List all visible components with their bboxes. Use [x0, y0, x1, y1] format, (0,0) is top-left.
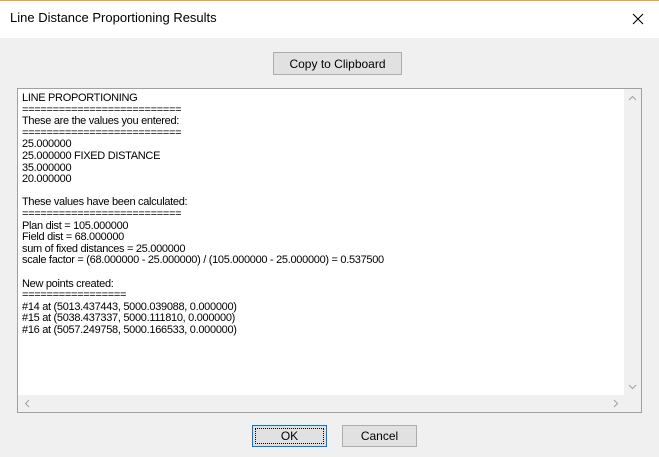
close-button[interactable] [617, 1, 659, 37]
focus-rectangle [255, 428, 324, 444]
ok-button[interactable]: OK [252, 425, 327, 447]
scroll-left-button[interactable] [18, 395, 35, 412]
vertical-scrollbar[interactable] [624, 89, 641, 395]
cancel-button[interactable]: Cancel [342, 425, 417, 447]
chevron-up-icon [628, 95, 637, 100]
results-line: scale factor = (68.000000 - 25.000000) /… [22, 254, 384, 267]
copy-to-clipboard-button[interactable]: Copy to Clipboard [273, 52, 402, 75]
results-line: 25.000000 FIXED DISTANCE [22, 149, 161, 162]
results-line [22, 267, 625, 279]
chevron-down-icon [628, 384, 637, 389]
results-line: ========================== [22, 207, 182, 220]
results-textbox[interactable]: LINE PROPORTIONING ======================… [17, 88, 642, 413]
close-icon [632, 13, 644, 25]
copy-to-clipboard-label: Copy to Clipboard [289, 56, 386, 71]
results-line: 35.000000 [22, 161, 72, 174]
scrollbar-corner [624, 395, 641, 412]
cancel-label: Cancel [360, 429, 399, 443]
chevron-left-icon [24, 399, 29, 408]
dialog-window: Line Distance Proportioning Results Copy… [0, 0, 659, 457]
window-title: Line Distance Proportioning Results [10, 10, 217, 25]
horizontal-scrollbar[interactable] [18, 395, 624, 412]
results-line: 20.000000 [22, 173, 72, 186]
results-line: Field dist = 68.000000 [22, 231, 124, 244]
results-line: ========================== [22, 126, 182, 139]
title-bar[interactable]: Line Distance Proportioning Results [0, 1, 659, 38]
chevron-right-icon [613, 399, 618, 408]
results-line: #16 at (5057.249758, 5000.166533, 0.0000… [22, 323, 237, 336]
scroll-down-button[interactable] [624, 378, 641, 395]
results-line: ================= [22, 289, 127, 302]
results-text-area[interactable]: LINE PROPORTIONING ======================… [19, 90, 625, 396]
results-line: LINE PROPORTIONING [22, 92, 138, 104]
scroll-up-button[interactable] [624, 89, 641, 106]
scroll-right-button[interactable] [607, 395, 624, 412]
